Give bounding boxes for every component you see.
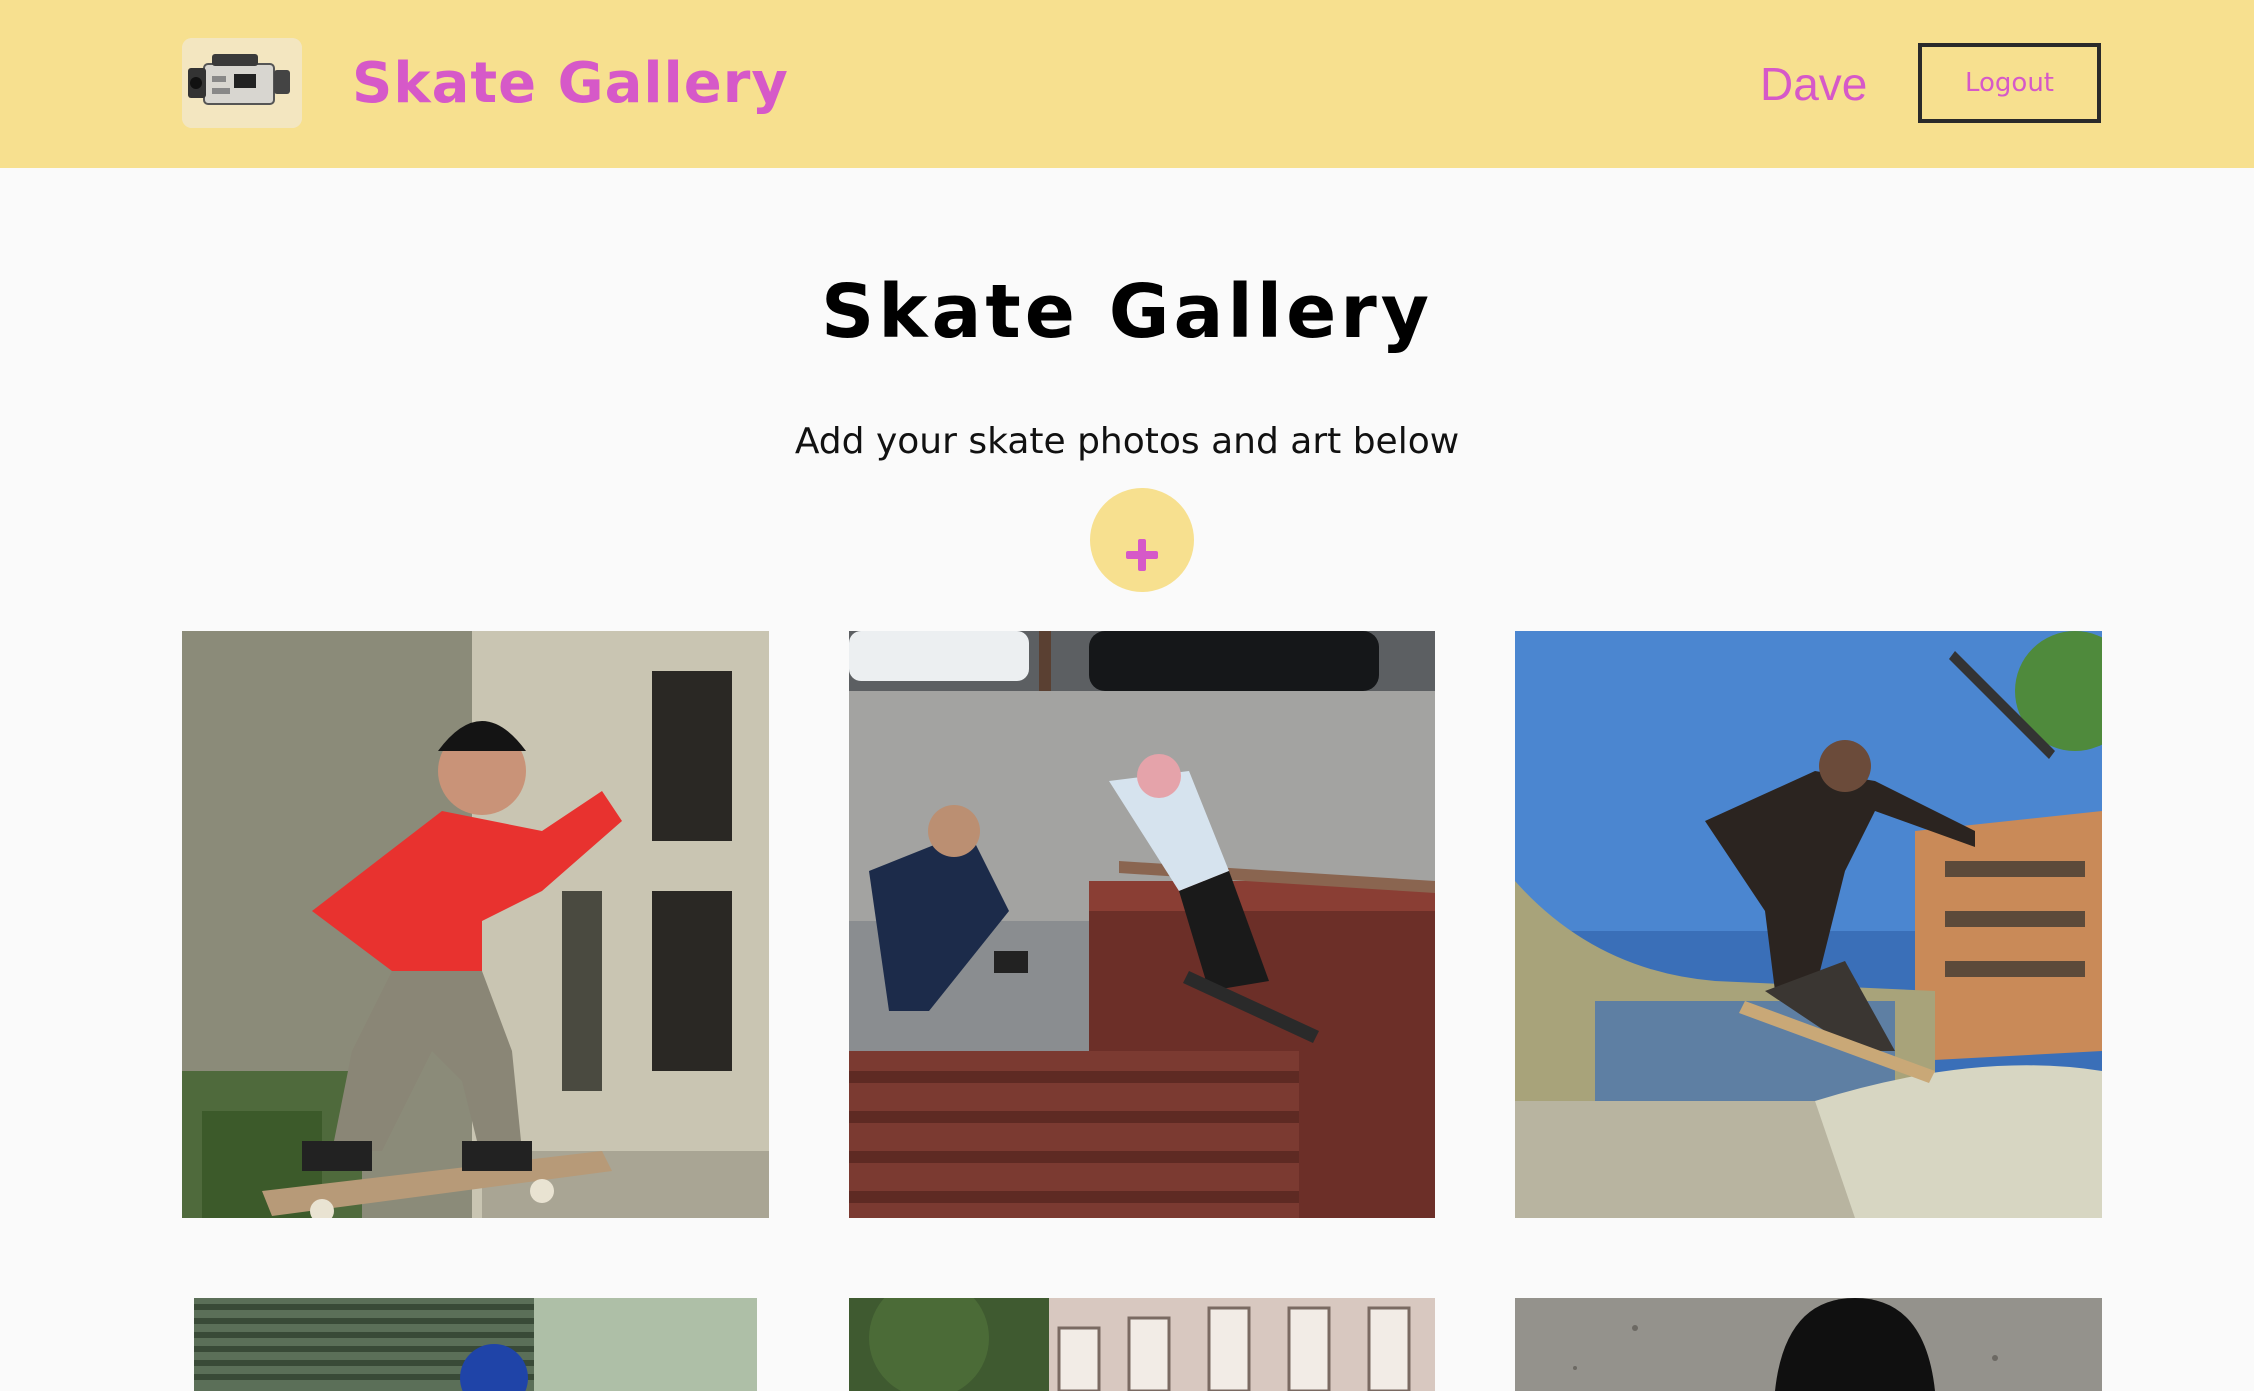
gallery-photo-skater-fisheye-ramp[interactable] <box>1515 631 2102 1218</box>
camcorder-icon[interactable] <box>182 38 302 128</box>
page-subtitle: Add your skate photos and art below <box>794 421 1460 462</box>
gallery-photo-skateboard-griptape[interactable] <box>1515 1298 2102 1391</box>
add-photo-button[interactable] <box>1090 488 1194 592</box>
gallery-photo-skater-blue-cap[interactable] <box>194 1298 757 1391</box>
gallery-photo-skater-ledge-filmer[interactable] <box>849 631 1435 1218</box>
plus-icon <box>1126 539 1158 571</box>
brand-title[interactable]: Skate Gallery <box>352 44 789 124</box>
user-name[interactable]: Dave <box>1760 50 1867 118</box>
gallery-photo-skater-building[interactable] <box>849 1298 1435 1391</box>
gallery-photo-skater-red-shirt[interactable] <box>182 631 769 1218</box>
logout-button[interactable]: Logout <box>1918 43 2101 123</box>
navbar: Skate Gallery Dave Logout <box>0 0 2254 168</box>
page-title: Skate Gallery <box>820 269 1434 355</box>
